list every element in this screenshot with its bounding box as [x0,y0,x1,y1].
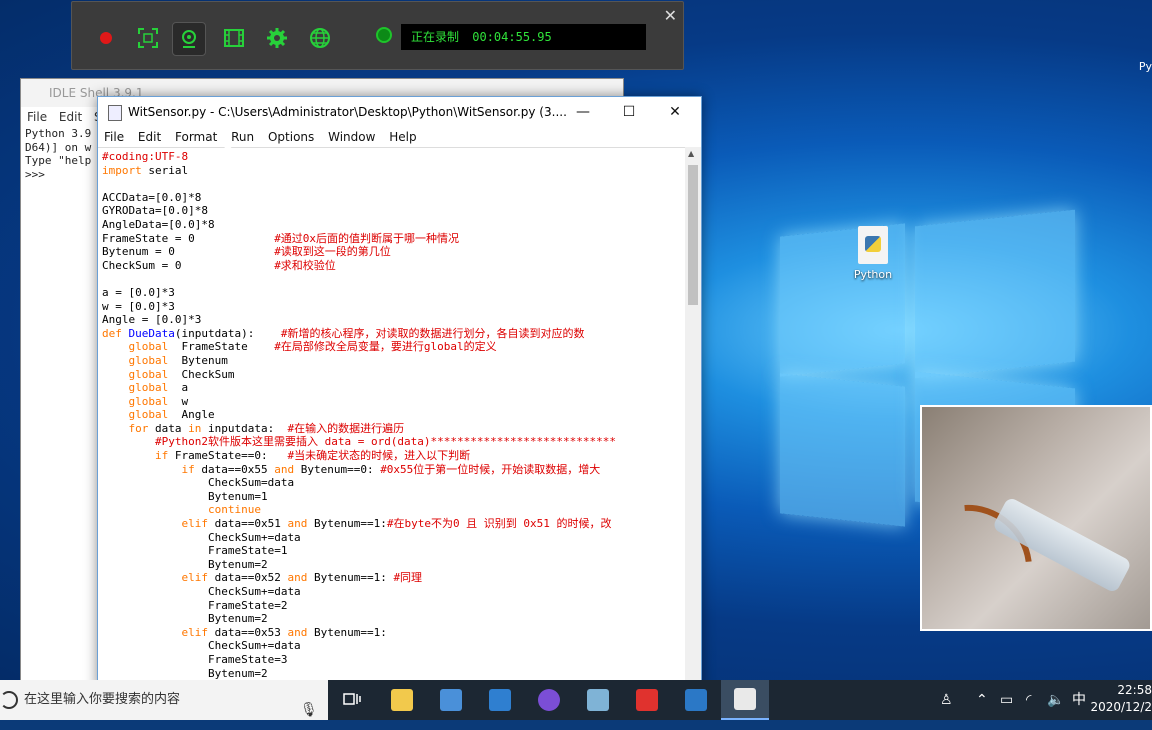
menu-file[interactable]: File [104,130,124,144]
recording-status-indicator [376,27,392,43]
windows-logo-pane [780,373,905,527]
code-text: #coding:UTF-8 import serial ACCData=[0.0… [102,150,616,680]
record-icon [100,32,112,44]
menu-format[interactable]: Format [175,130,217,144]
globe-icon [310,28,330,48]
webcam-cable [922,480,1056,629]
chevron-up-icon[interactable]: ⌃ [976,680,988,720]
camera-icon [636,689,658,711]
windows-logo-pane [915,209,1075,379]
editor-title: WitSensor.py - C:\Users\Administrator\De… [128,105,567,119]
menu-options[interactable]: Options [268,130,314,144]
taskbar-idle[interactable] [721,680,769,720]
recording-elapsed-time: 00:04:55.95 [472,30,552,44]
shell-line: D64)] on w [25,140,92,154]
close-button[interactable]: ✕ [652,97,698,127]
folder-icon [391,689,413,711]
maximize-button[interactable]: ☐ [606,97,652,127]
taskbar: 在这里输入你要搜索的内容 🎙 ♙ ⌃ ▭ ◜ 🔈 中 22:58 2020/12… [0,680,1152,720]
scrollbar-thumb[interactable] [688,165,698,305]
menu-help[interactable]: Help [389,130,416,144]
editor-titlebar[interactable]: WitSensor.py - C:\Users\Administrator\De… [98,97,701,127]
taskbar-file-explorer[interactable] [378,680,426,720]
shell-line: Python 3.9 [25,127,92,140]
ime-indicator[interactable]: 中 [1072,680,1086,720]
taskbar-app-swirl[interactable] [525,680,573,720]
app-swirl-icon [538,689,560,711]
close-icon[interactable]: ✕ [664,6,677,25]
webcam-overlay [920,405,1152,631]
scroll-up-icon[interactable]: ▲ [688,149,694,158]
recording-status-display: 正在录制 00:04:55.95 [401,24,646,50]
minimize-button[interactable]: — [560,97,606,127]
video-settings-button[interactable] [218,22,250,54]
taskbar-search-box[interactable]: 在这里输入你要搜索的内容 🎙 [0,680,328,720]
settings-button[interactable] [261,22,293,54]
wifi-icon[interactable]: ◜ [1026,680,1031,720]
desktop-icon-python[interactable]: Python [848,226,898,281]
python-file-icon [734,688,756,710]
network-button[interactable] [304,22,336,54]
desktop-edge-label: Py [1138,60,1152,73]
menu-run[interactable]: Run [231,130,254,144]
search-placeholder: 在这里输入你要搜索的内容 [24,692,181,707]
shell-prompt: >>> [25,167,45,181]
taskbar-mail[interactable] [476,680,524,720]
system-clock[interactable]: 22:58 2020/12/2 [1090,682,1152,716]
code-editor-area[interactable]: #coding:UTF-8 import serial ACCData=[0.0… [98,147,685,689]
store-icon [440,689,462,711]
search-icon [0,691,18,709]
screen-recorder-toolbar: 正在录制 00:04:55.95 ✕ [71,1,684,70]
menu-window[interactable]: Window [328,130,375,144]
python-file-icon [858,226,888,264]
region-select-icon [138,28,158,48]
record-stop-button[interactable] [90,22,122,54]
idle-menu-file[interactable]: File [27,110,47,124]
region-select-button[interactable] [132,22,164,54]
gear-icon [267,28,287,48]
mail-icon [489,689,511,711]
microphone-icon[interactable]: 🎙 [300,690,318,730]
task-view-button[interactable] [328,680,376,720]
document-icon [685,689,707,711]
vertical-scrollbar[interactable]: ▲ [685,147,701,689]
clock-time: 22:58 [1117,683,1152,697]
taskbar-store[interactable] [427,680,475,720]
taskbar-recorder[interactable] [623,680,671,720]
idle-menu-edit[interactable]: Edit [59,110,82,124]
desktop-icon-label: Python [853,268,893,281]
webcam-icon [182,30,196,48]
editor-menubar: File Edit Format Run Options Window Help [98,127,701,147]
python-file-icon [108,105,122,121]
menu-edit[interactable]: Edit [138,130,161,144]
film-icon [224,29,244,47]
volume-icon[interactable]: 🔈 [1047,680,1064,720]
taskbar-word[interactable] [672,680,720,720]
people-icon[interactable]: ♙ [940,680,953,720]
editor-window[interactable]: WitSensor.py - C:\Users\Administrator\De… [97,96,702,690]
battery-icon[interactable]: ▭ [1000,680,1013,720]
taskbar-app-notes[interactable] [574,680,622,720]
notes-icon [587,689,609,711]
webcam-toggle-button[interactable] [172,22,206,56]
clock-date: 2020/12/2 [1090,700,1152,714]
shell-line: Type "help [25,154,92,167]
recording-status-text: 正在录制 [411,30,460,44]
task-view-icon [343,693,361,705]
